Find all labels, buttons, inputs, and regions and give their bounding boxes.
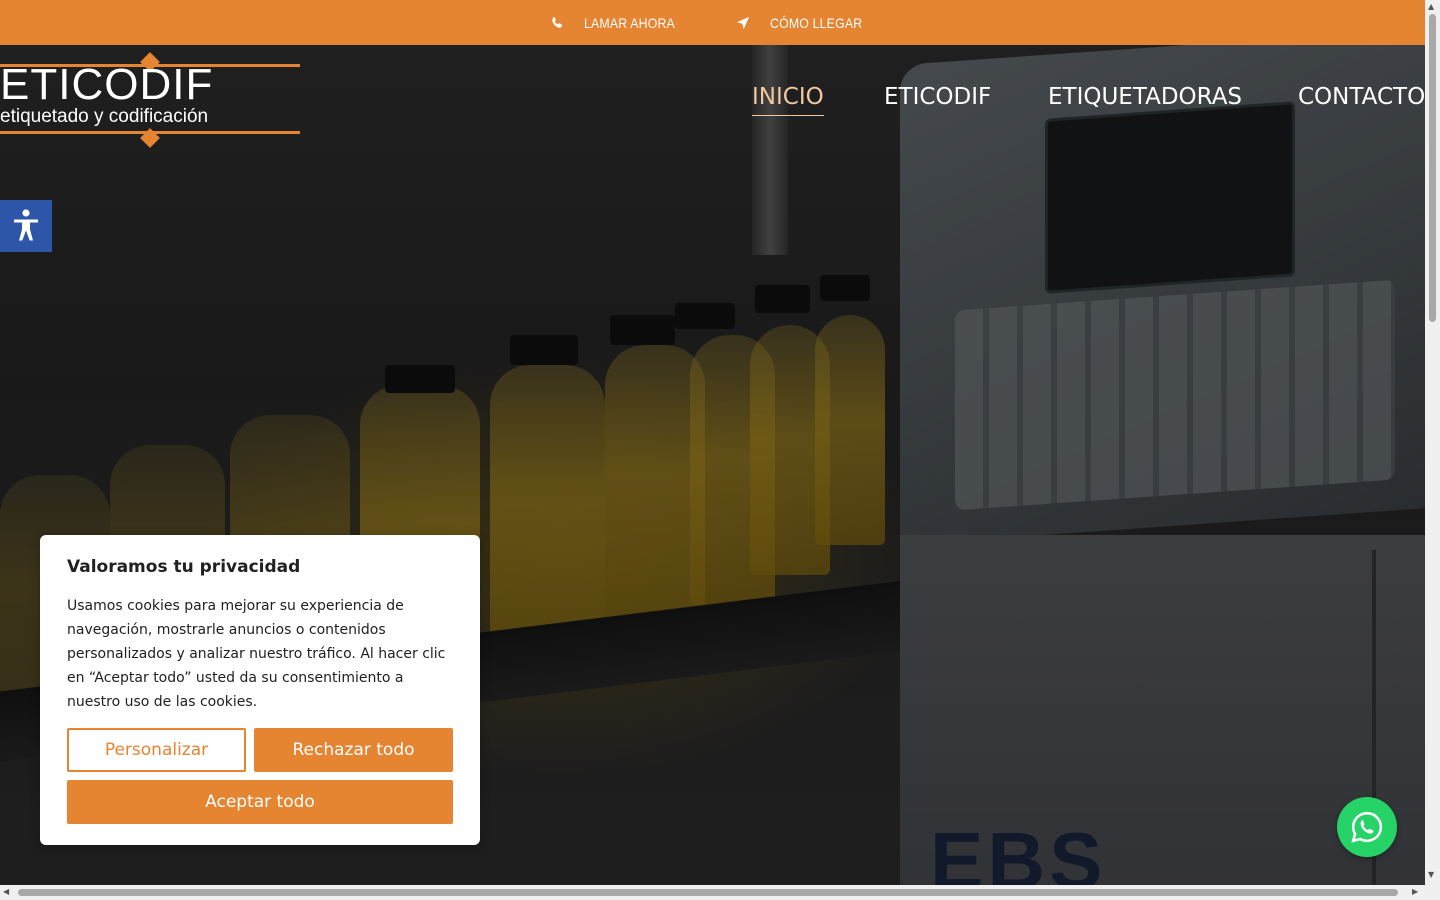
- site-logo[interactable]: ETICODIF etiquetado y codificación: [0, 52, 300, 148]
- whatsapp-icon: [1351, 811, 1383, 843]
- whatsapp-button[interactable]: [1337, 797, 1397, 857]
- logo-subtitle: etiquetado y codificación: [0, 106, 209, 127]
- accessibility-icon: [14, 209, 38, 241]
- cookie-title: Valoramos tu privacidad: [67, 557, 301, 577]
- nav-item-eticodif[interactable]: ETICODIF: [884, 84, 991, 110]
- cookie-consent-dialog: Valoramos tu privacidad Usamos cookies p…: [40, 535, 480, 845]
- directions-link[interactable]: CÓMO LLEGAR: [736, 15, 875, 31]
- nav-item-contacto[interactable]: CONTACTO: [1298, 84, 1425, 110]
- cookie-body: Usamos cookies para mejorar su experienc…: [67, 598, 446, 710]
- reject-all-button[interactable]: Rechazar todo: [254, 728, 453, 772]
- vertical-scroll-thumb[interactable]: [1429, 14, 1436, 322]
- scroll-left-arrow-icon[interactable]: ◀: [3, 887, 9, 896]
- accept-all-button[interactable]: Aceptar todo: [67, 780, 453, 824]
- customize-button[interactable]: Personalizar: [67, 728, 246, 772]
- call-now-link[interactable]: LAMAR AHORA: [550, 15, 687, 31]
- directions-label: CÓMO LLEGAR: [769, 14, 863, 31]
- horizontal-scrollbar[interactable]: ◀ ▶: [0, 885, 1425, 900]
- nav-item-etiquetadoras[interactable]: ETIQUETADORAS: [1048, 84, 1242, 110]
- accessibility-button[interactable]: [0, 200, 52, 252]
- scroll-right-arrow-icon[interactable]: ▶: [1412, 887, 1418, 896]
- vertical-scrollbar[interactable]: ▲ ▼: [1425, 0, 1440, 885]
- top-bar: LAMAR AHORA CÓMO LLEGAR: [0, 0, 1425, 45]
- phone-icon: [552, 16, 563, 28]
- horizontal-scroll-thumb[interactable]: [18, 889, 1398, 896]
- scroll-up-arrow-icon[interactable]: ▲: [1428, 2, 1434, 11]
- location-arrow-icon: [736, 16, 749, 29]
- logo-title: ETICODIF: [0, 60, 214, 109]
- nav-item-inicio[interactable]: INICIO: [752, 84, 824, 116]
- scroll-down-arrow-icon[interactable]: ▼: [1428, 870, 1434, 879]
- call-now-label: LAMAR AHORA: [584, 14, 676, 31]
- scrollbar-corner: [1425, 885, 1440, 900]
